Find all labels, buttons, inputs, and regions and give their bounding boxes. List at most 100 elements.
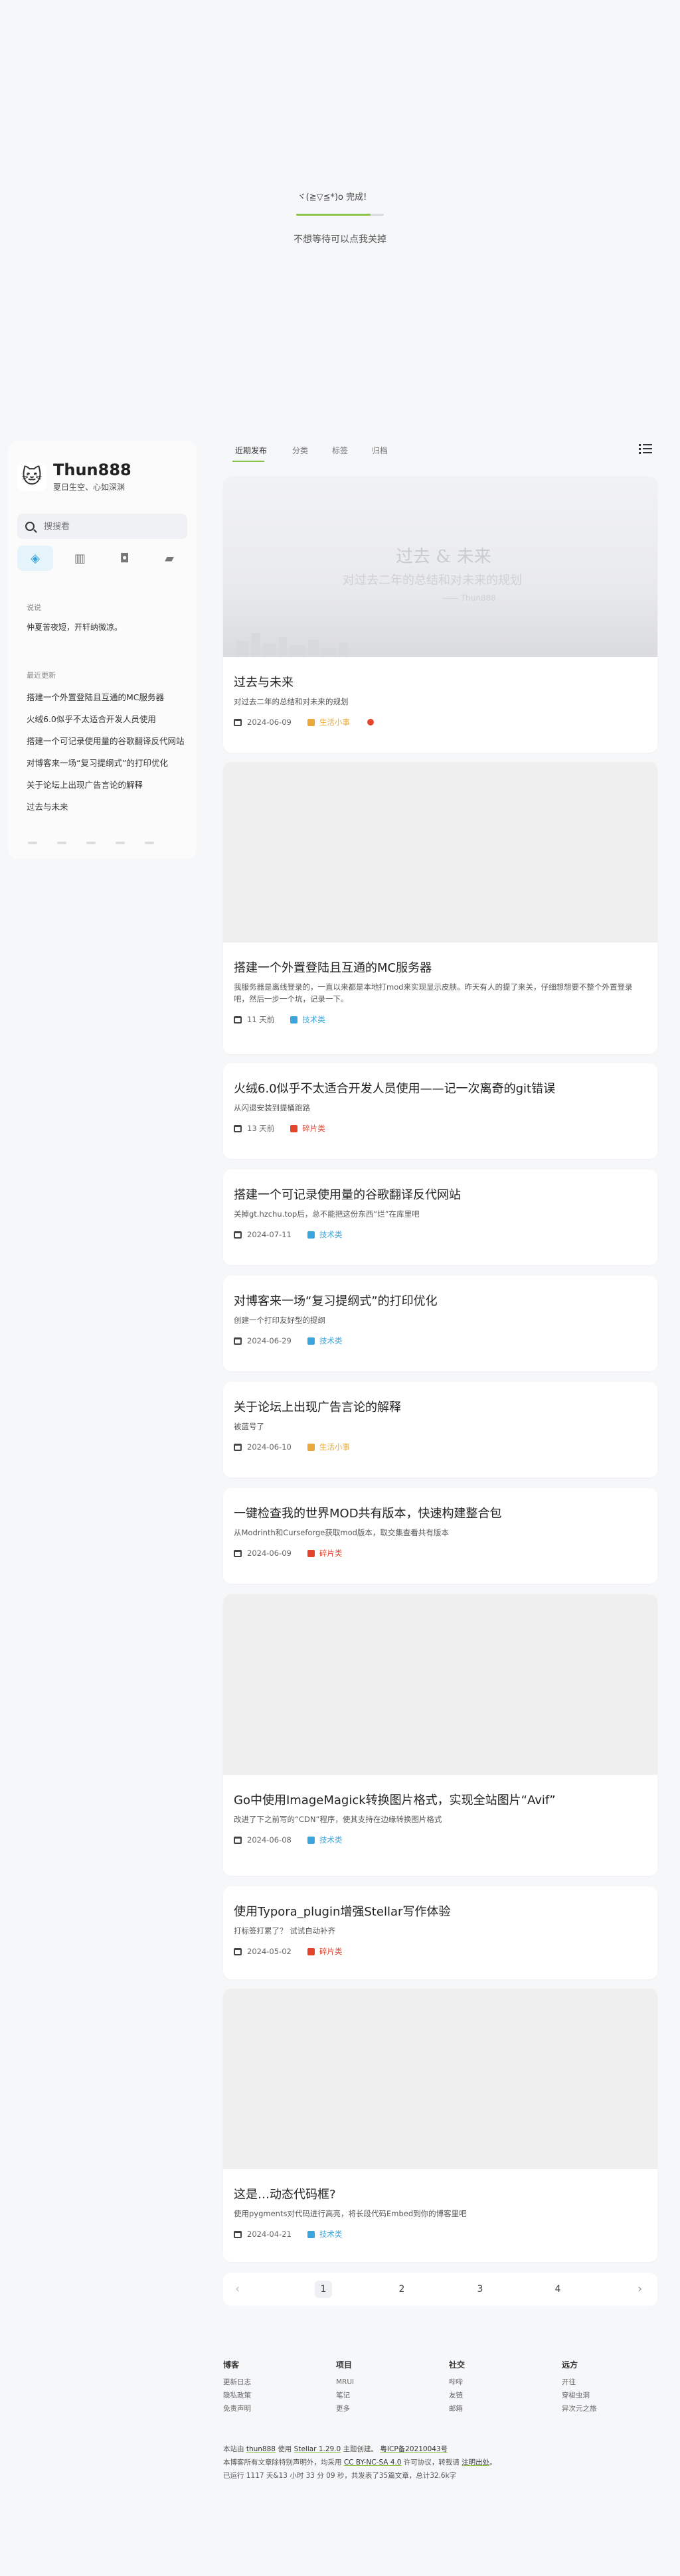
post-title[interactable]: 对博客来一场“复习提纲式”的打印优化 — [234, 1292, 438, 1309]
post-category[interactable]: 生活小事 — [307, 1442, 350, 1452]
post-category-label[interactable]: 碎片类 — [302, 1123, 325, 1134]
post-card[interactable]: 使用Typora_plugin增强Stellar写作体验 打标签打累了？ 试试自动… — [223, 1886, 657, 1979]
icp-link[interactable]: 粤ICP备20210043号 — [380, 2445, 448, 2453]
post-title[interactable]: 使用Typora_plugin增强Stellar写作体验 — [234, 1902, 450, 1920]
post-card[interactable]: 搭建一个外置登陆且互通的MC服务器 我服务器是离线登录的，一直以来都是本地打mod… — [223, 762, 657, 1054]
footer-link[interactable]: 免责声明 — [223, 2402, 251, 2415]
recent-item[interactable]: 搭建一个可记录使用量的谷歌翻译反代网站 — [27, 730, 186, 752]
post-meta: 2024-06-08 技术类 — [234, 1835, 342, 1845]
post-category-label[interactable]: 技术类 — [319, 1229, 343, 1240]
post-title[interactable]: 这是…动态代码框? — [234, 2185, 336, 2202]
post-category[interactable]: 技术类 — [290, 1014, 325, 1025]
post-category-label[interactable]: 技术类 — [319, 1335, 343, 1346]
loading-close-hint[interactable]: 不想等待可以点我关掉 — [274, 232, 406, 246]
post-cover-image[interactable] — [223, 1989, 657, 2169]
post-category-label[interactable]: 生活小事 — [319, 717, 350, 727]
theme-link[interactable]: Stellar 1.29.0 — [294, 2445, 341, 2453]
post-cover-image[interactable] — [223, 1594, 657, 1775]
footer-col-social: 社交 哔哔 友链 邮箱 — [449, 2359, 465, 2415]
post-date: 2024-04-21 — [247, 2230, 292, 2239]
footer-text: 本博客所有文章除特别声明外，均采用 — [223, 2459, 342, 2466]
footer-link[interactable]: 隐私政策 — [223, 2389, 251, 2402]
post-category[interactable]: 技术类 — [307, 1835, 343, 1845]
post-card[interactable]: 这是…动态代码框? 使用pygments对代码进行高亮，将长段代码Embed到你的… — [223, 1989, 657, 2262]
post-card[interactable]: 对博客来一场“复习提纲式”的打印优化 创建一个打印友好型的提纲 2024-06-2… — [223, 1276, 657, 1371]
brand-title[interactable]: Thun888 — [53, 461, 131, 479]
cube-icon[interactable]: ◈ — [17, 546, 53, 571]
eraser-icon[interactable]: ▰ — [151, 546, 187, 571]
post-category-label[interactable]: 技术类 — [302, 1014, 325, 1025]
folder-icon — [307, 1337, 315, 1345]
recent-item[interactable]: 关于论坛上出现广告言论的解释 — [27, 774, 186, 796]
footer-link[interactable]: 友链 — [449, 2389, 465, 2402]
cat-avatar-icon: 🐱 — [17, 462, 46, 491]
post-category-label[interactable]: 生活小事 — [319, 1442, 350, 1452]
post-card[interactable]: Go中使用ImageMagick转换图片格式，实现全站图片“Avif” 改进了下之… — [223, 1594, 657, 1876]
post-category-label[interactable]: 碎片类 — [319, 1946, 343, 1957]
post-title[interactable]: 搭建一个外置登陆且互通的MC服务器 — [234, 958, 432, 976]
footer-link[interactable]: 邮箱 — [449, 2402, 465, 2415]
post-card[interactable]: 过去 & 未来 对过去二年的总结和对未来的规划 —— Thun888 过去与未来… — [223, 477, 657, 753]
recent-item[interactable]: 火绒6.0似乎不太适合开发人员使用 — [27, 708, 186, 730]
list-view-icon[interactable] — [639, 442, 652, 455]
attribution-link[interactable]: 注明出处 — [462, 2459, 489, 2466]
post-category[interactable]: 碎片类 — [307, 1946, 343, 1957]
license-link[interactable]: CC BY-NC-SA 4.0 — [344, 2459, 402, 2466]
post-card[interactable]: 搭建一个可记录使用量的谷歌翻译反代网站 关掉gt.hzchu.top后，总不能把这… — [223, 1170, 657, 1265]
post-category[interactable]: 技术类 — [307, 2229, 343, 2239]
post-card[interactable]: 关于论坛上出现广告言论的解释 被蓝号了 2024-06-10 生活小事 — [223, 1382, 657, 1477]
post-category[interactable]: 技术类 — [307, 1229, 343, 1240]
book-icon[interactable]: ▥ — [62, 546, 98, 571]
search-box[interactable] — [17, 514, 187, 539]
prev-page-icon[interactable]: ‹ — [235, 2282, 240, 2296]
brand[interactable]: 🐱 Thun888 夏日生空、心如深渊 — [17, 461, 131, 492]
post-category-label[interactable]: 技术类 — [319, 1835, 343, 1845]
page-3[interactable]: 3 — [471, 2281, 489, 2298]
page-4[interactable]: 4 — [549, 2281, 566, 2298]
post-title[interactable]: 过去与未来 — [234, 673, 294, 690]
page-2[interactable]: 2 — [393, 2281, 410, 2298]
recent-item[interactable]: 搭建一个外置登陆且互通的MC服务器 — [27, 686, 186, 708]
footer-link[interactable]: 更多 — [336, 2402, 354, 2415]
post-excerpt: 对过去二年的总结和对未来的规划 — [234, 697, 349, 706]
next-page-icon[interactable]: › — [638, 2282, 642, 2296]
footer-link[interactable]: 哔哔 — [449, 2376, 465, 2389]
search-input[interactable] — [44, 521, 177, 532]
loading-title: ヾ(≧▽≦*)o 完成! — [297, 192, 367, 202]
footer-heading: 社交 — [449, 2360, 466, 2370]
footer-link[interactable]: 异次元之旅 — [562, 2402, 597, 2415]
post-title[interactable]: 搭建一个可记录使用量的谷歌翻译反代网站 — [234, 1185, 461, 1203]
tab-categories[interactable]: 分类 — [292, 445, 308, 456]
post-title[interactable]: 一键检查我的世界MOD共有版本，快速构建整合包 — [234, 1504, 502, 1521]
post-category-label[interactable]: 碎片类 — [319, 1548, 343, 1558]
post-category[interactable]: 碎片类 — [290, 1123, 325, 1134]
page-1[interactable]: 1 — [315, 2281, 332, 2298]
post-category[interactable]: 生活小事 — [307, 717, 350, 727]
footer-link[interactable]: 笔记 — [336, 2389, 354, 2402]
footer-link[interactable]: 穿梭虫洞 — [562, 2389, 597, 2402]
search-icon — [25, 522, 35, 531]
footer-link[interactable]: MRUI — [336, 2376, 354, 2389]
tab-tags[interactable]: 标签 — [332, 445, 348, 456]
recent-item[interactable]: 过去与未来 — [27, 796, 186, 818]
tab-archive[interactable]: 归档 — [372, 445, 388, 456]
post-meta: 2024-06-09 碎片类 — [234, 1548, 342, 1558]
post-category-label[interactable]: 技术类 — [319, 2229, 343, 2239]
chat-icon[interactable]: ◘ — [107, 546, 143, 571]
loading-overlay[interactable]: ヾ(≧▽≦*)o 完成! 不想等待可以点我关掉 — [0, 0, 680, 425]
moment-text[interactable]: 仲夏苦夜短，开轩纳微凉。 — [27, 621, 122, 633]
post-title[interactable]: 火绒6.0似乎不太适合开发人员使用——记一次离奇的git错误 — [234, 1079, 555, 1097]
post-cover-image[interactable] — [223, 762, 657, 943]
post-title[interactable]: Go中使用ImageMagick转换图片格式，实现全站图片“Avif” — [234, 1791, 556, 1808]
footer-link[interactable]: 开往 — [562, 2376, 597, 2389]
footer-link[interactable]: 更新日志 — [223, 2376, 251, 2389]
post-cover-image[interactable]: 过去 & 未来 对过去二年的总结和对未来的规划 —— Thun888 — [223, 477, 657, 657]
post-title[interactable]: 关于论坛上出现广告言论的解释 — [234, 1398, 401, 1415]
recent-item[interactable]: 对博客来一场“复习提纲式”的打印优化 — [27, 752, 186, 774]
post-category[interactable]: 技术类 — [307, 1335, 343, 1346]
tab-recent[interactable]: 近期发布 — [235, 445, 267, 456]
post-card[interactable]: 火绒6.0似乎不太适合开发人员使用——记一次离奇的git错误 从闪退安装到提桶跑路… — [223, 1063, 657, 1159]
owner-link[interactable]: thun888 — [246, 2445, 276, 2453]
post-category[interactable]: 碎片类 — [307, 1548, 343, 1558]
post-card[interactable]: 一键检查我的世界MOD共有版本，快速构建整合包 从Modrinth和Cursefo… — [223, 1488, 657, 1584]
